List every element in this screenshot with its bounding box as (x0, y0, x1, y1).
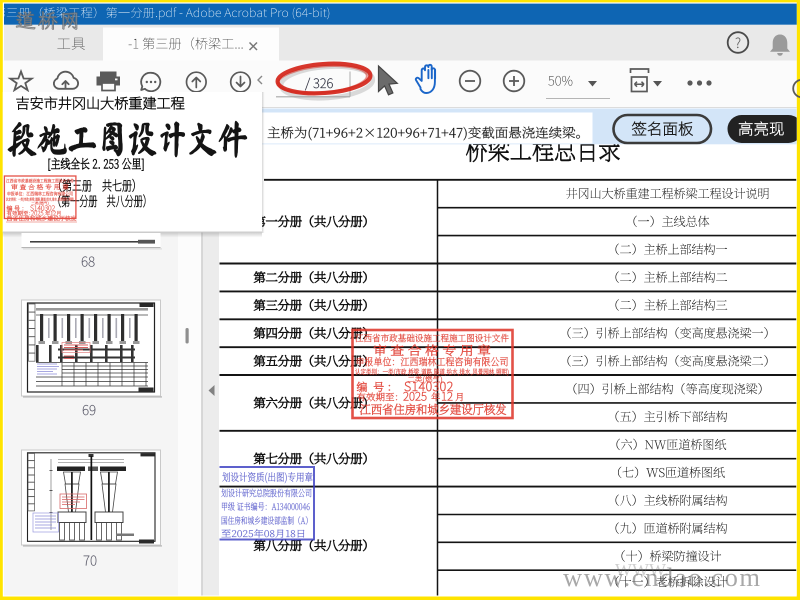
svg-text:WWW.: WWW. (615, 560, 669, 580)
